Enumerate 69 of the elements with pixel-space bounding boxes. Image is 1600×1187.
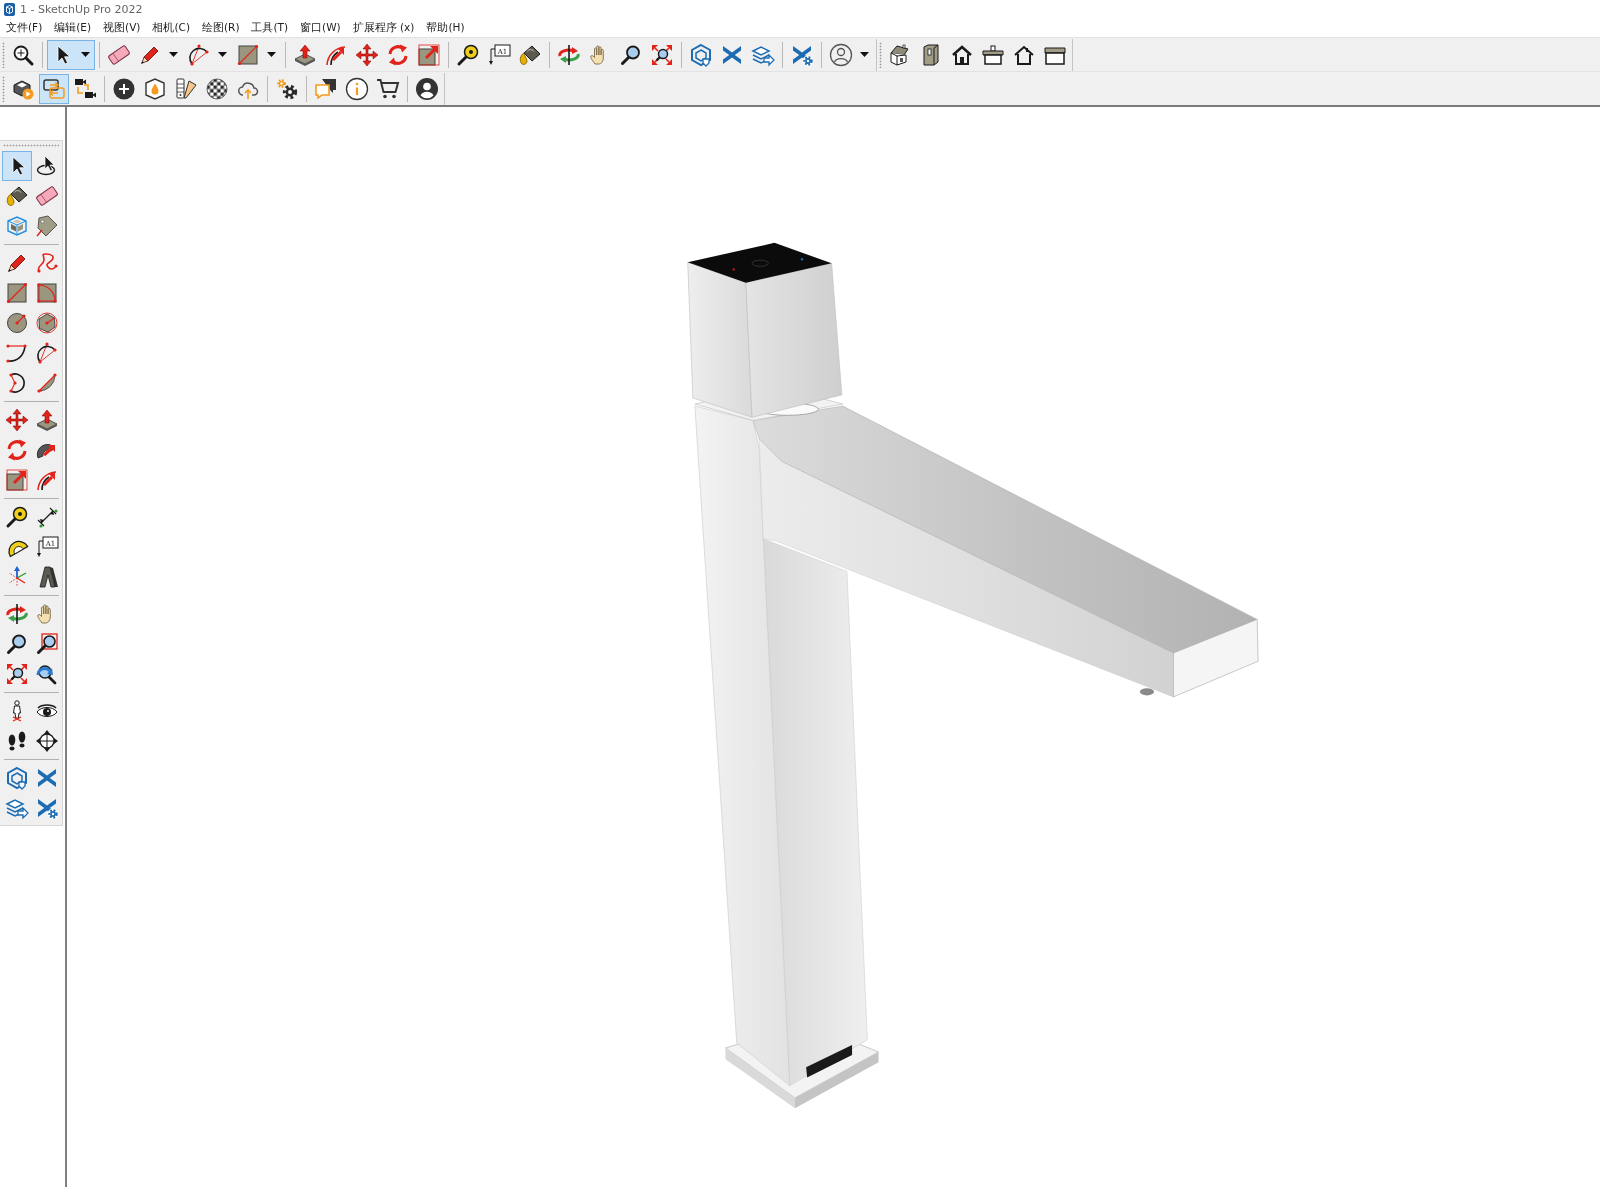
rotate-arrows-icon: [5, 438, 29, 462]
menu-item[interactable]: 绘图(R): [202, 21, 240, 35]
window-title: 1 - SketchUp Pro 2022: [20, 3, 143, 16]
arrow-cursor-button[interactable]: [2, 151, 32, 181]
zoom-previous-icon: [35, 662, 59, 686]
shield-drop-icon: [143, 76, 167, 101]
cube-logo-icon: [4, 3, 15, 16]
drag-handle[interactable]: [2, 75, 5, 102]
info-icon: [345, 76, 369, 101]
section-plane-icon: [35, 729, 59, 753]
orbit-icon: [5, 602, 29, 626]
move-arrows-icon: [355, 42, 379, 67]
pie-icon: [35, 371, 59, 395]
layers-arrow-icon: [5, 796, 29, 820]
component-cube-icon: [5, 214, 29, 238]
rectangle-icon: [236, 42, 260, 67]
orbit-icon: [557, 42, 581, 67]
tag-icon: [35, 214, 59, 238]
menu-item[interactable]: 视图(V): [103, 21, 141, 35]
video-cameras-icon: [73, 76, 97, 101]
user-icon: [415, 76, 439, 101]
scale-icon: [417, 42, 441, 67]
cube-download-icon: [689, 42, 713, 67]
circle-icon: [5, 311, 29, 335]
offset-arc-icon: [35, 468, 59, 492]
paint-bucket-icon: [5, 184, 29, 208]
arrow-cursor-button[interactable]: [47, 39, 95, 70]
drag-handle[interactable]: [2, 41, 5, 68]
plus-circle-icon: [112, 76, 136, 101]
menu-item[interactable]: 窗口(W): [300, 21, 341, 35]
move-arrows-icon: [5, 408, 29, 432]
house-chimney-icon: [981, 42, 1005, 67]
zoom-window-icon: [35, 632, 59, 656]
cube-download-icon: [5, 766, 29, 790]
scale-icon: [5, 468, 29, 492]
gears-icon: [275, 76, 299, 101]
zoom-extents-icon: [650, 42, 674, 67]
chat-bubbles-icon: [314, 76, 338, 101]
push-pull-icon: [35, 408, 59, 432]
dimension-icon: [35, 505, 59, 529]
tape-measure-icon: [456, 42, 480, 67]
house-3d-icon: [888, 42, 912, 67]
rotate-arrows-icon: [386, 42, 410, 67]
zoom-extents-icon: [5, 662, 29, 686]
push-pull-icon: [293, 42, 317, 67]
user-circle-icon: [829, 42, 853, 67]
swap-arrows-button[interactable]: [39, 73, 69, 104]
menu-item[interactable]: 相机(C): [152, 21, 190, 35]
drag-handle[interactable]: [3, 144, 59, 147]
cart-icon: [376, 76, 400, 101]
rectangle-arc-icon: [35, 281, 59, 305]
menu-item[interactable]: 工具(T): [251, 21, 289, 35]
drag-handle[interactable]: [879, 41, 882, 68]
menu-item[interactable]: 扩展程序 (x): [352, 21, 415, 35]
chevrons-gear-icon: [35, 796, 59, 820]
arc-icon: [187, 42, 211, 67]
freehand-curve-icon: [35, 251, 59, 275]
color-fan-icon: [174, 76, 198, 101]
arc-icon: [35, 341, 59, 365]
menu-item[interactable]: 帮助(H): [426, 21, 465, 35]
tape-measure-icon: [5, 505, 29, 529]
menu-item[interactable]: 文件(F): [6, 21, 43, 35]
zoom-icon: [5, 632, 29, 656]
polygon-icon: [35, 311, 59, 335]
menu-item[interactable]: 编辑(E): [54, 21, 92, 35]
rectangle-icon: [5, 281, 29, 305]
chevrons-icon: [35, 766, 59, 790]
swap-arrows-icon: [42, 76, 66, 101]
tiled-sphere-icon: [205, 76, 229, 101]
